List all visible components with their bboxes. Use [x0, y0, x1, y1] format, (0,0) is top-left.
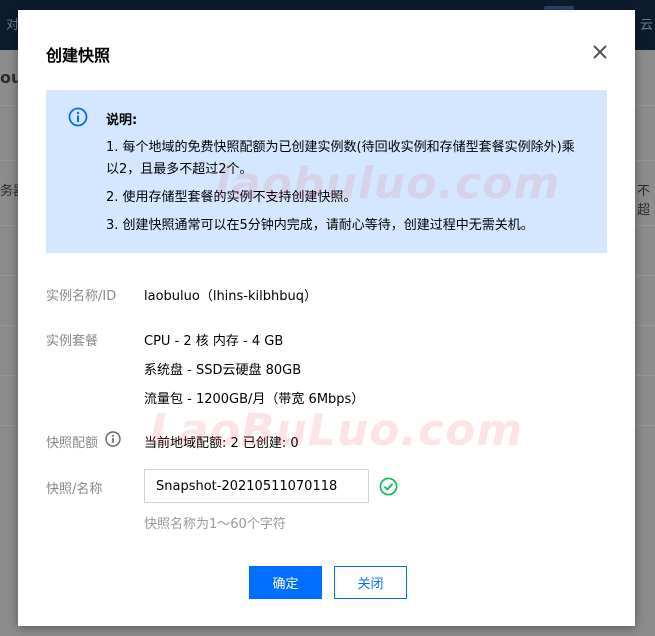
- background-top-fragment: 云: [640, 18, 654, 33]
- close-button[interactable]: [590, 42, 610, 62]
- package-line-traffic: 流量包 - 1200GB/月（带宽 6Mbps）: [144, 392, 365, 407]
- close-icon: [593, 45, 607, 59]
- notice-item: 3. 创建快照通常可以在5分钟内完成，请耐心等待，创建过程中无需关机。: [106, 218, 534, 233]
- package-line-cpu: CPU - 2 核 内存 - 4 GB: [144, 334, 284, 349]
- package-line-disk: 系统盘 - SSD云硬盘 80GB: [144, 363, 302, 378]
- info-circle-icon: [68, 107, 88, 127]
- background-fragment: 不超: [637, 184, 651, 218]
- snapshot-name-label: 快照/名称: [46, 482, 103, 497]
- instance-label: 实例名称/ID: [46, 289, 117, 304]
- info-icon[interactable]: [105, 431, 121, 447]
- instance-value: laobuluo（lhins-kilbhbuq）: [144, 289, 317, 304]
- confirm-button[interactable]: 确定: [249, 566, 322, 599]
- snapshot-name-hint: 快照名称为1～60个字符: [144, 517, 286, 532]
- quota-label: 快照配额: [46, 436, 99, 451]
- notice-box: 说明: 1. 每个地域的免费快照配额为已创建实例数(待回收实例和存储型套餐实例除…: [46, 90, 607, 253]
- close-dialog-button[interactable]: 关闭: [334, 566, 407, 599]
- notice-title: 说明:: [106, 113, 138, 128]
- notice-item: 1. 每个地域的免费快照配额为已创建实例数(待回收实例和存储型套餐实例除外)乘以…: [106, 140, 575, 177]
- notice-item: 2. 使用存储型套餐的实例不支持创建快照。: [106, 190, 357, 205]
- check-circle-icon: [379, 477, 398, 496]
- create-snapshot-dialog: 创建快照 说明: 1. 每个地域的免费快照配额为已创建实例数(待回收实例和存储型…: [18, 10, 635, 626]
- quota-value: 当前地域配额: 2 已创建: 0: [144, 436, 299, 451]
- snapshot-name-input[interactable]: [144, 469, 369, 503]
- package-label: 实例套餐: [46, 334, 99, 349]
- dialog-title: 创建快照: [46, 46, 111, 65]
